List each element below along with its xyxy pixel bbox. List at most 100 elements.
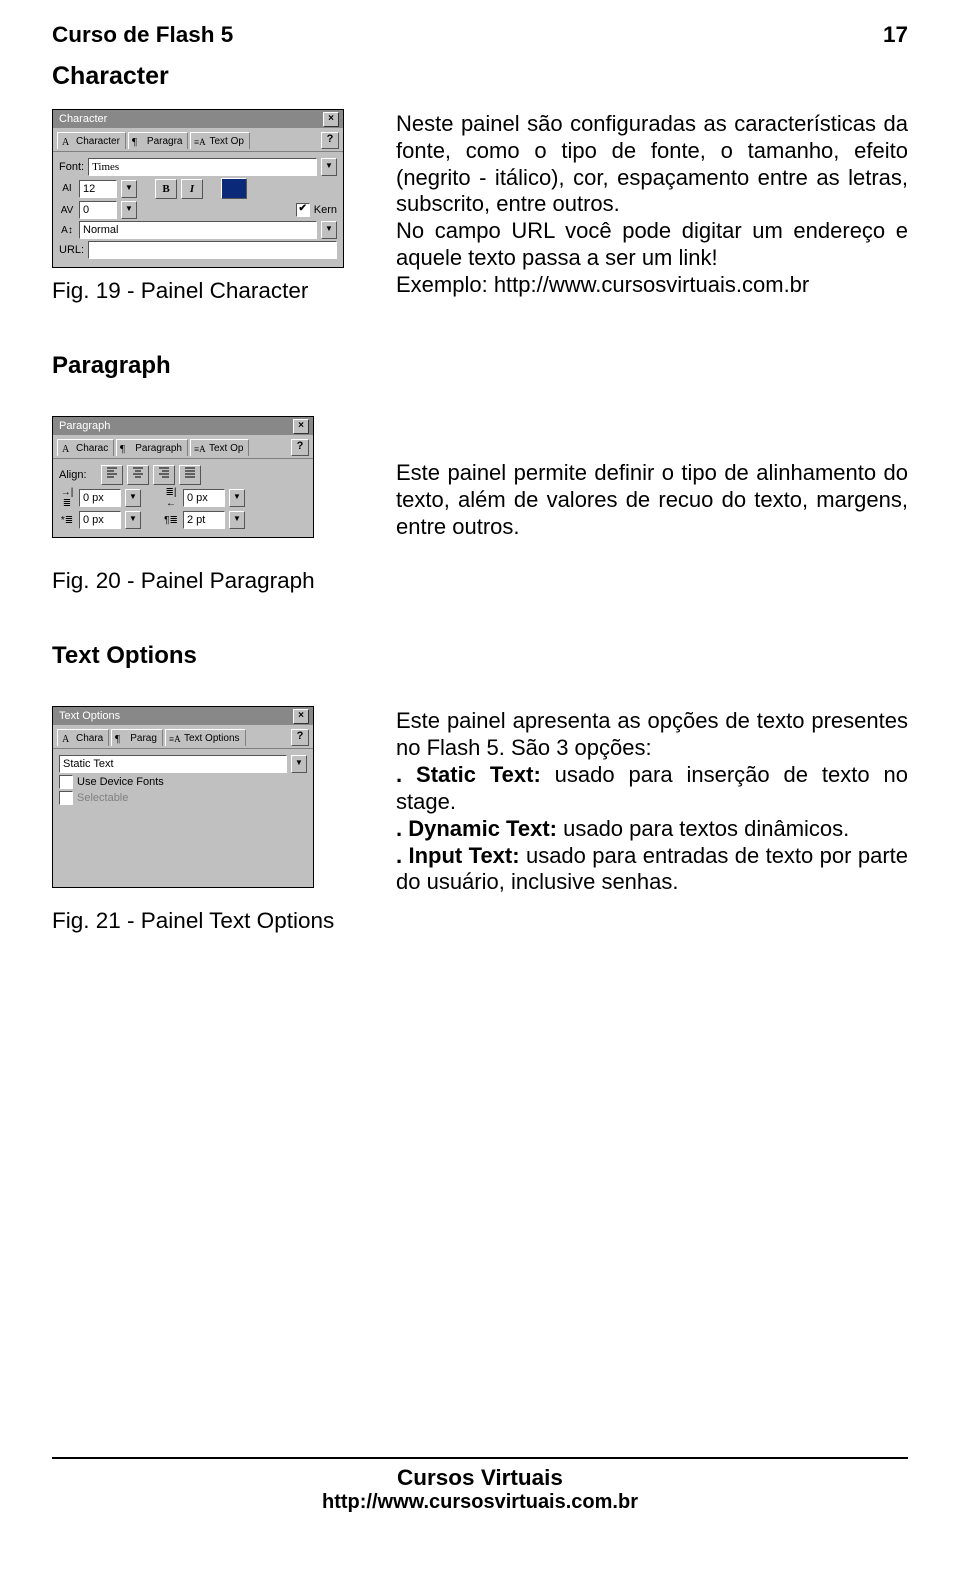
svg-text:¶: ¶ <box>115 733 120 744</box>
character-tab-icon: A <box>61 135 73 147</box>
tab-character[interactable]: A Chara <box>57 729 109 746</box>
panel-title: Text Options <box>59 710 120 722</box>
doc-title: Curso de Flash 5 <box>52 22 233 48</box>
panel-titlebar[interactable]: Paragraph × <box>53 417 313 435</box>
indent-right-icon: ≣|← <box>163 487 179 509</box>
bold-button[interactable]: B <box>155 179 177 199</box>
character-description: Neste painel são configuradas as caracte… <box>396 111 908 299</box>
close-icon[interactable]: × <box>293 709 309 724</box>
align-justify-button[interactable] <box>179 465 201 485</box>
font-size-field[interactable]: 12 <box>79 180 117 198</box>
tab-text-options[interactable]: ≡A Text Op <box>190 132 249 149</box>
tab-character[interactable]: A Character <box>57 132 126 149</box>
align-left-button[interactable] <box>101 465 123 485</box>
selectable-label: Selectable <box>77 792 128 804</box>
chevron-down-icon[interactable]: ▼ <box>121 180 137 198</box>
italic-button[interactable]: I <box>181 179 203 199</box>
url-label: URL: <box>59 244 84 256</box>
footer-divider <box>52 1457 908 1459</box>
align-label: Align: <box>59 469 87 481</box>
selectable-checkbox[interactable] <box>59 791 73 805</box>
panel-tabs: A Charac ¶ Paragraph ≡A Text Op ? <box>53 435 313 459</box>
tab-text-options[interactable]: ≡A Text Op <box>190 439 249 456</box>
text-color-swatch[interactable] <box>221 178 247 199</box>
svg-text:≡A: ≡A <box>194 137 206 147</box>
line-spacing-field[interactable]: 2 pt <box>183 511 225 529</box>
page-footer: Cursos Virtuais http://www.cursosvirtuai… <box>52 1457 908 1514</box>
textoptions-description: Este painel apresenta as opções de texto… <box>396 708 908 896</box>
svg-text:A: A <box>62 137 70 147</box>
textoptions-tab-icon: ≡A <box>194 442 206 454</box>
device-fonts-label: Use Device Fonts <box>77 776 164 788</box>
svg-text:≡A: ≡A <box>169 734 181 744</box>
panel-tabs: A Chara ¶ Parag ≡A Text Options ? <box>53 725 313 749</box>
baseline-field[interactable]: Normal <box>79 221 317 239</box>
textoptions-tab-icon: ≡A <box>194 135 206 147</box>
panel-tabs: A Character ¶ Paragra ≡A Te <box>53 128 343 152</box>
tab-paragraph[interactable]: ¶ Paragra <box>128 132 189 149</box>
footer-url: http://www.cursosvirtuais.com.br <box>52 1491 908 1514</box>
tab-character[interactable]: A Charac <box>57 439 114 456</box>
baseline-icon: A↕ <box>59 225 75 236</box>
tracking-icon: AV <box>59 205 75 216</box>
section-title-character: Character <box>52 62 908 91</box>
figure-caption: Fig. 19 - Painel Character <box>52 278 372 304</box>
margin-left-field[interactable]: 0 px <box>79 511 121 529</box>
chevron-down-icon[interactable]: ▼ <box>229 489 245 507</box>
panel-paragraph: Paragraph × A Charac ¶ Paragraph ≡A Text… <box>52 416 314 538</box>
svg-text:A: A <box>62 444 70 454</box>
tracking-field[interactable]: 0 <box>79 201 117 219</box>
chevron-down-icon[interactable]: ▼ <box>121 201 137 219</box>
panel-title: Paragraph <box>59 420 110 432</box>
url-field[interactable] <box>88 241 337 259</box>
help-icon[interactable]: ? <box>321 132 339 149</box>
help-icon[interactable]: ? <box>291 729 309 746</box>
character-tab-icon: A <box>61 732 73 744</box>
section-title-paragraph: Paragraph <box>52 352 908 380</box>
kern-label: Kern <box>314 204 337 216</box>
figure-caption: Fig. 21 - Painel Text Options <box>52 908 372 934</box>
tab-paragraph[interactable]: ¶ Parag <box>111 729 163 746</box>
close-icon[interactable]: × <box>293 419 309 434</box>
indent-left-icon: →|≣ <box>59 487 75 509</box>
line-spacing-icon: ¶≣ <box>163 515 179 526</box>
paragraph-tab-icon: ¶ <box>115 732 127 744</box>
svg-text:≡A: ≡A <box>194 444 206 454</box>
tab-text-options[interactable]: ≡A Text Options <box>165 729 246 746</box>
chevron-down-icon[interactable]: ▼ <box>321 158 337 176</box>
panel-text-options: Text Options × A Chara ¶ Parag ≡A Text O… <box>52 706 314 888</box>
align-right-button[interactable] <box>153 465 175 485</box>
chevron-down-icon[interactable]: ▼ <box>321 221 337 239</box>
panel-character: Character × A Character ¶ Paragra <box>52 109 344 268</box>
align-center-button[interactable] <box>127 465 149 485</box>
panel-titlebar[interactable]: Character × <box>53 110 343 128</box>
font-size-icon: AI <box>59 183 75 194</box>
kern-checkbox[interactable]: ✔ <box>296 203 310 217</box>
figure-caption: Fig. 20 - Painel Paragraph <box>52 568 908 594</box>
chevron-down-icon[interactable]: ▼ <box>229 511 245 529</box>
svg-text:A: A <box>62 734 70 744</box>
help-icon[interactable]: ? <box>291 439 309 456</box>
section-title-textoptions: Text Options <box>52 642 908 670</box>
page-header: Curso de Flash 5 17 <box>52 22 908 48</box>
tab-paragraph[interactable]: ¶ Paragraph <box>116 439 188 456</box>
panel-title: Character <box>59 113 107 125</box>
paragraph-tab-icon: ¶ <box>132 135 144 147</box>
close-icon[interactable]: × <box>323 112 339 127</box>
paragraph-description: Este painel permite definir o tipo de al… <box>396 460 908 540</box>
margin-left-icon: *≣ <box>59 515 75 526</box>
indent-right-field[interactable]: 0 px <box>183 489 225 507</box>
indent-left-field[interactable]: 0 px <box>79 489 121 507</box>
footer-title: Cursos Virtuais <box>52 1465 908 1491</box>
panel-titlebar[interactable]: Text Options × <box>53 707 313 725</box>
paragraph-tab-icon: ¶ <box>120 442 132 454</box>
character-tab-icon: A <box>61 442 73 454</box>
font-field[interactable]: Times <box>88 158 317 176</box>
chevron-down-icon[interactable]: ▼ <box>291 755 307 773</box>
text-type-field[interactable]: Static Text <box>59 755 287 773</box>
chevron-down-icon[interactable]: ▼ <box>125 489 141 507</box>
device-fonts-checkbox[interactable] <box>59 775 73 789</box>
chevron-down-icon[interactable]: ▼ <box>125 511 141 529</box>
page-number: 17 <box>883 22 908 48</box>
textoptions-tab-icon: ≡A <box>169 732 181 744</box>
